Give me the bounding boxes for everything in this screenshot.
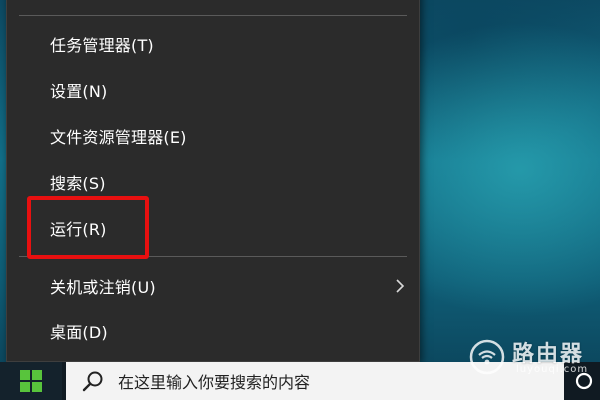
menu-item-label: 关机或注销(U): [50, 278, 156, 297]
winx-context-menu: 任务管理器(T) 设置(N) 文件资源管理器(E) 搜索(S) 运行(R) 关机…: [6, 0, 420, 362]
search-placeholder-text: 在这里输入你要搜索的内容: [118, 373, 311, 392]
menu-item-label: 桌面(D): [50, 323, 108, 342]
menu-item-desktop[interactable]: 桌面(D): [7, 312, 419, 350]
watermark: 路由器 luyouqi.com: [468, 334, 598, 378]
menu-item-label: 文件资源管理器(E): [50, 128, 187, 147]
chevron-right-icon: [396, 279, 405, 293]
watermark-domain: luyouqi.com: [516, 364, 589, 375]
menu-item-settings[interactable]: 设置(N): [7, 71, 419, 109]
start-button[interactable]: [0, 362, 62, 400]
menu-item-task-manager[interactable]: 任务管理器(T): [7, 25, 419, 63]
search-icon: [82, 371, 103, 392]
router-logo-icon: [469, 339, 505, 375]
menu-item-shutdown-signout[interactable]: 关机或注销(U): [7, 267, 419, 305]
red-highlight-annotation: [27, 196, 149, 259]
menu-separator-top: [19, 15, 407, 16]
menu-item-label: 设置(N): [50, 82, 108, 101]
windows-logo-icon: [20, 370, 42, 392]
menu-item-label: 搜索(S): [50, 174, 106, 193]
menu-item-label: 任务管理器(T): [50, 36, 154, 55]
menu-item-file-explorer[interactable]: 文件资源管理器(E): [7, 117, 419, 155]
